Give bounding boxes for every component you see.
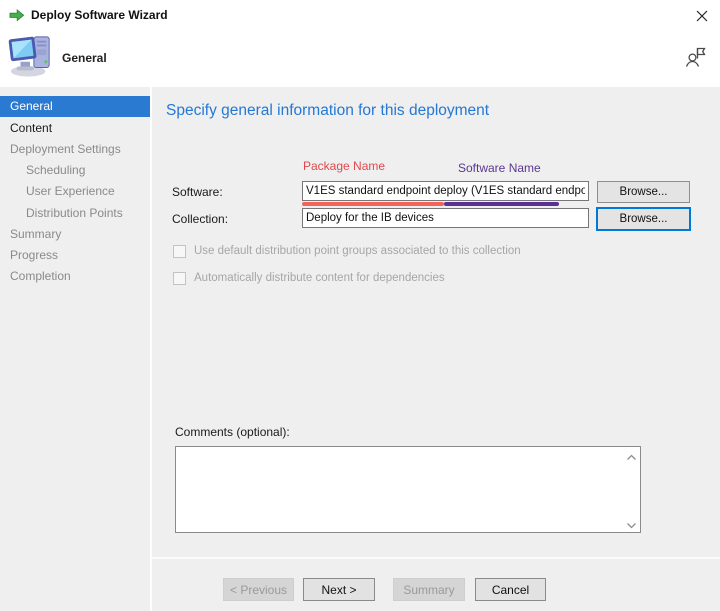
comments-textarea[interactable] [175,446,641,533]
wizard-header: General [0,30,720,87]
distribute-dependencies-label: Automatically distribute content for dep… [194,272,445,284]
cancel-button[interactable]: Cancel [475,578,546,601]
sidebar-item-content[interactable]: Content [0,118,150,139]
distribution-point-groups-row: Use default distribution point groups as… [173,244,521,258]
person-flag-icon[interactable] [683,44,708,69]
sidebar-item-deployment-settings: Deployment Settings [0,139,150,160]
comments-box [175,446,641,533]
collection-browse-button[interactable]: Browse... [596,207,691,231]
sidebar-item-distribution-points: Distribution Points [0,203,150,224]
package-name-underline [302,202,444,206]
sidebar-item-completion: Completion [0,266,150,287]
wizard-sidebar: General Content Deployment Settings Sche… [0,87,150,611]
titlebar: Deploy Software Wizard [0,0,720,30]
comments-label: Comments (optional): [175,425,290,439]
distribute-dependencies-checkbox [173,272,186,285]
distribute-dependencies-row: Automatically distribute content for dep… [173,271,445,285]
deploy-software-wizard-window: Deploy Software Wizard [0,0,720,611]
sidebar-item-scheduling: Scheduling [0,160,150,181]
scroll-up-icon[interactable] [626,451,637,460]
software-name-underline [444,202,559,206]
sidebar-item-general[interactable]: General [0,96,150,117]
software-name-annotation: Software Name [458,161,541,175]
software-label: Software: [172,185,223,199]
package-name-annotation: Package Name [303,159,385,173]
computer-icon [8,34,54,78]
footer-divider [152,557,720,559]
header-section-title: General [62,51,107,65]
distribution-point-groups-label: Use default distribution point groups as… [194,245,521,257]
sidebar-item-progress: Progress [0,245,150,266]
page-heading: Specify general information for this dep… [166,102,489,120]
scroll-down-icon[interactable] [626,519,637,528]
green-arrow-icon [8,7,25,24]
wizard-body: General Content Deployment Settings Sche… [0,87,720,611]
wizard-content: Specify general information for this dep… [152,87,720,611]
close-icon[interactable] [692,6,712,26]
software-browse-button[interactable]: Browse... [597,181,690,203]
sidebar-item-user-experience: User Experience [0,181,150,202]
window-title: Deploy Software Wizard [31,8,168,22]
collection-input[interactable] [302,208,589,228]
collection-label: Collection: [172,212,228,226]
sidebar-item-summary: Summary [0,224,150,245]
software-input[interactable] [302,181,589,201]
previous-button: < Previous [223,578,294,601]
distribution-point-groups-checkbox [173,245,186,258]
summary-button: Summary [393,578,465,601]
next-button[interactable]: Next > [303,578,375,601]
